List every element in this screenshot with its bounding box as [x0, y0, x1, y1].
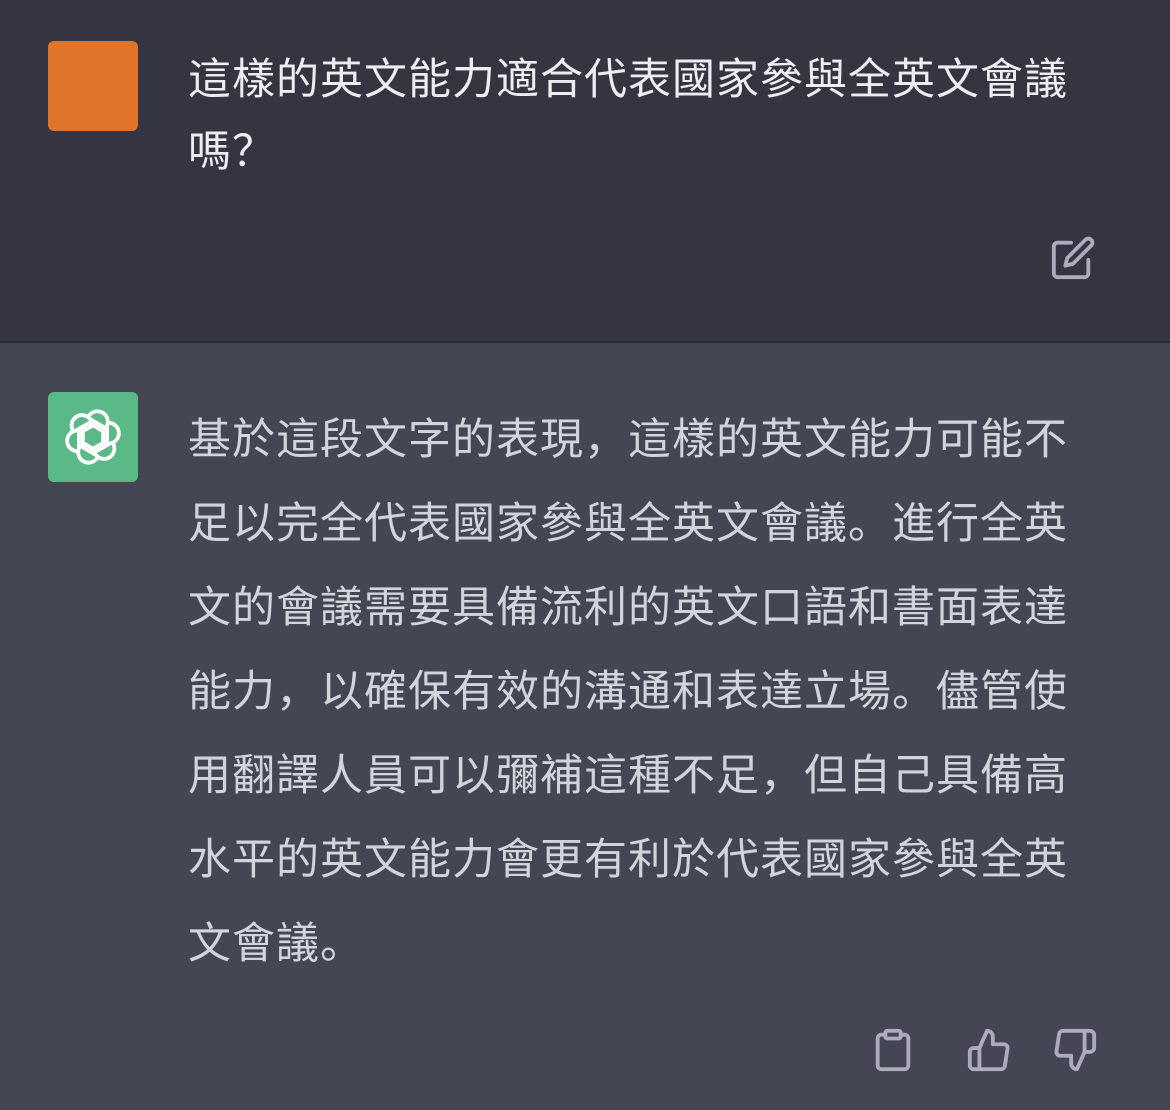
copy-button[interactable]: [868, 1025, 918, 1075]
user-message-text: 這樣的英文能力適合代表國家參與全英文會議嗎？: [188, 55, 1068, 177]
edit-icon: [1051, 236, 1095, 280]
assistant-message-text: 基於這段文字的表現，這樣的英文能力可能不足以完全代表國家參與全英文會議。進行全英…: [188, 415, 1068, 969]
assistant-message: 基於這段文字的表現，這樣的英文能力可能不足以完全代表國家參與全英文會議。進行全英…: [0, 345, 1170, 1110]
thumbs-up-icon: [967, 1028, 1010, 1072]
user-avatar: [48, 41, 138, 131]
thumbs-up-button[interactable]: [964, 1025, 1014, 1075]
assistant-avatar: [48, 392, 138, 482]
edit-button[interactable]: [1048, 233, 1098, 283]
thumbs-down-button[interactable]: [1050, 1025, 1100, 1075]
conversation: 這樣的英文能力適合代表國家參與全英文會議嗎？ 基於這段文字的表現，這樣的英文能力…: [0, 0, 1170, 1110]
copy-icon: [875, 1028, 911, 1072]
thumbs-down-icon: [1054, 1028, 1097, 1072]
openai-logo-icon: [65, 409, 121, 465]
user-message: 這樣的英文能力適合代表國家參與全英文會議嗎？: [0, 0, 1170, 343]
